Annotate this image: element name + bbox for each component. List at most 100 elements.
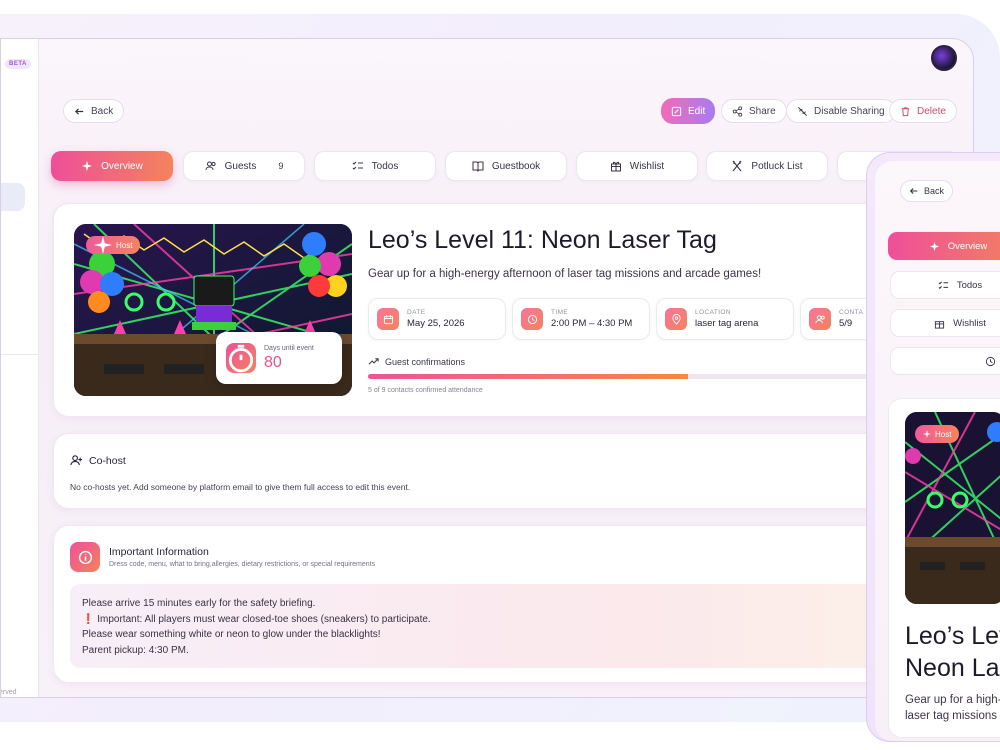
beta-badge: BETA	[5, 59, 31, 69]
back-button-label: Back	[91, 105, 114, 117]
mobile-tab-label: Wishlist	[953, 317, 986, 329]
tab-label: Wishlist	[629, 160, 665, 172]
trending-up-icon	[368, 358, 379, 365]
confirmation-note: 5 of 9 contacts confirmed attendance	[368, 387, 483, 394]
sparkle-icon	[94, 236, 112, 254]
cohost-empty-text: No co-hosts yet. Add someone by platform…	[70, 482, 411, 492]
important-line: Please arrive 15 minutes early for the s…	[82, 598, 316, 609]
list-check-icon	[938, 280, 948, 289]
gift-icon	[610, 161, 621, 172]
mobile-tab-overview[interactable]: Overview	[888, 232, 1000, 260]
sparkle-icon	[929, 241, 939, 251]
edit-button-label: Edit	[688, 105, 706, 117]
tab-label: Guestbook	[491, 160, 541, 172]
days-until-event-card: Days until event 80	[216, 332, 342, 384]
user-avatar[interactable]	[931, 45, 957, 71]
share-button[interactable]: Share	[721, 99, 787, 123]
sidebar-footer-text: erved	[0, 689, 17, 696]
sidebar: BETA erved	[1, 39, 39, 697]
tab-label: Guests	[224, 160, 257, 172]
share-icon	[732, 105, 743, 117]
guests-count-badge: 9	[278, 161, 284, 171]
mobile-host-label: Host	[935, 429, 952, 439]
user-plus-icon	[70, 455, 83, 466]
tab-potluck-list[interactable]: Potluck List	[706, 151, 828, 181]
info-location: LOCATION laser tag arena	[656, 298, 794, 340]
sparkle-icon	[923, 430, 931, 438]
important-line: ❗ Important: All players must wear close…	[82, 613, 431, 625]
clock-icon	[521, 308, 543, 330]
event-overview-card: Host Days until event 80 Leo’s Level 11:…	[53, 203, 953, 417]
important-info-subtitle: Dress code, menu, what to bring,allergie…	[109, 561, 376, 568]
days-until-value: 80	[264, 353, 282, 371]
list-check-icon	[352, 161, 363, 170]
info-label: LOCATION	[695, 309, 731, 316]
mobile-tab-wishlist[interactable]: Wishlist	[890, 309, 1000, 337]
stopwatch-icon	[226, 343, 256, 373]
important-info-content: Please arrive 15 minutes early for the s…	[70, 584, 890, 668]
tab-guestbook[interactable]: Guestbook	[445, 151, 567, 181]
guest-confirmations-heading: Guest confirmations	[368, 356, 465, 367]
mobile-host-badge: Host	[915, 425, 960, 443]
tab-guests[interactable]: Guests 9	[183, 151, 305, 181]
edit-button[interactable]: Edit	[661, 98, 716, 124]
users-icon	[809, 308, 831, 330]
mobile-tab-todos[interactable]: Todos	[890, 271, 1000, 299]
delete-button-label: Delete	[917, 105, 946, 117]
confirmation-progress-fill	[368, 374, 688, 379]
important-line: Parent pickup: 4:30 PM.	[82, 644, 189, 656]
arrow-left-icon	[74, 107, 84, 115]
mobile-tab-label: Overview	[947, 240, 988, 252]
mobile-tab-more[interactable]	[890, 347, 1000, 375]
edit-icon	[671, 106, 682, 116]
important-info-card: Important Information Dress code, menu, …	[53, 525, 953, 683]
cohost-card: Co-host No co-hosts yet. Add someone by …	[53, 433, 953, 509]
back-button[interactable]: Back	[63, 99, 125, 123]
desktop-window: BETA erved Back Edit Share Disable Shari…	[0, 38, 974, 698]
confirmation-progress-bar	[368, 374, 868, 379]
clock-icon	[985, 356, 995, 366]
cohost-heading: Co-host	[70, 454, 126, 467]
tab-wishlist[interactable]: Wishlist	[576, 151, 698, 181]
users-icon	[205, 161, 216, 171]
info-value: 5/9	[839, 318, 853, 329]
mobile-back-button[interactable]: Back	[900, 180, 954, 202]
host-badge: Host	[86, 236, 141, 254]
mobile-event-subtitle: Gear up for a high-energy afternoon of l…	[905, 694, 1000, 722]
event-subtitle: Gear up for a high-energy afternoon of l…	[368, 268, 762, 280]
important-line: Please wear something white or neon to g…	[82, 629, 381, 640]
days-until-label: Days until event	[264, 344, 314, 352]
info-icon	[70, 542, 100, 572]
mobile-text-viewport: Leo’s Level 11: Neon Laser Tag Gear up f…	[905, 620, 1000, 740]
tab-label: Potluck List	[751, 160, 803, 172]
share-button-label: Share	[749, 105, 776, 117]
disable-sharing-button[interactable]: Disable Sharing	[786, 99, 896, 123]
mobile-back-label: Back	[924, 186, 945, 196]
tab-label: Todos	[371, 160, 399, 172]
sidebar-divider	[1, 354, 39, 355]
tab-overview[interactable]: Overview	[51, 151, 173, 181]
book-icon	[472, 161, 484, 172]
info-label: CONTA	[839, 309, 864, 316]
cohost-title: Co-host	[89, 454, 126, 467]
tab-todos[interactable]: Todos	[314, 151, 436, 181]
info-value: laser tag arena	[695, 318, 759, 329]
mobile-event-title: Leo’s Level 11: Neon Laser Tag	[905, 622, 1000, 682]
info-value: May 25, 2026	[407, 318, 465, 329]
host-badge-label: Host	[116, 240, 133, 250]
sidebar-selected-item[interactable]	[1, 183, 25, 211]
sparkle-icon	[82, 161, 93, 171]
link-off-icon	[797, 106, 808, 116]
utensils-icon	[732, 160, 742, 172]
mobile-tab-label: Todos	[956, 279, 983, 291]
map-pin-icon	[665, 308, 687, 330]
calendar-icon	[377, 308, 399, 330]
trash-icon	[901, 106, 910, 116]
guest-confirmations-label: Guest confirmations	[385, 356, 466, 367]
tab-label: Overview	[101, 160, 143, 172]
gift-icon	[935, 320, 945, 329]
info-label: TIME	[551, 309, 569, 316]
delete-button[interactable]: Delete	[889, 99, 957, 123]
info-label: DATE	[407, 309, 426, 316]
arrow-left-icon	[909, 188, 918, 194]
